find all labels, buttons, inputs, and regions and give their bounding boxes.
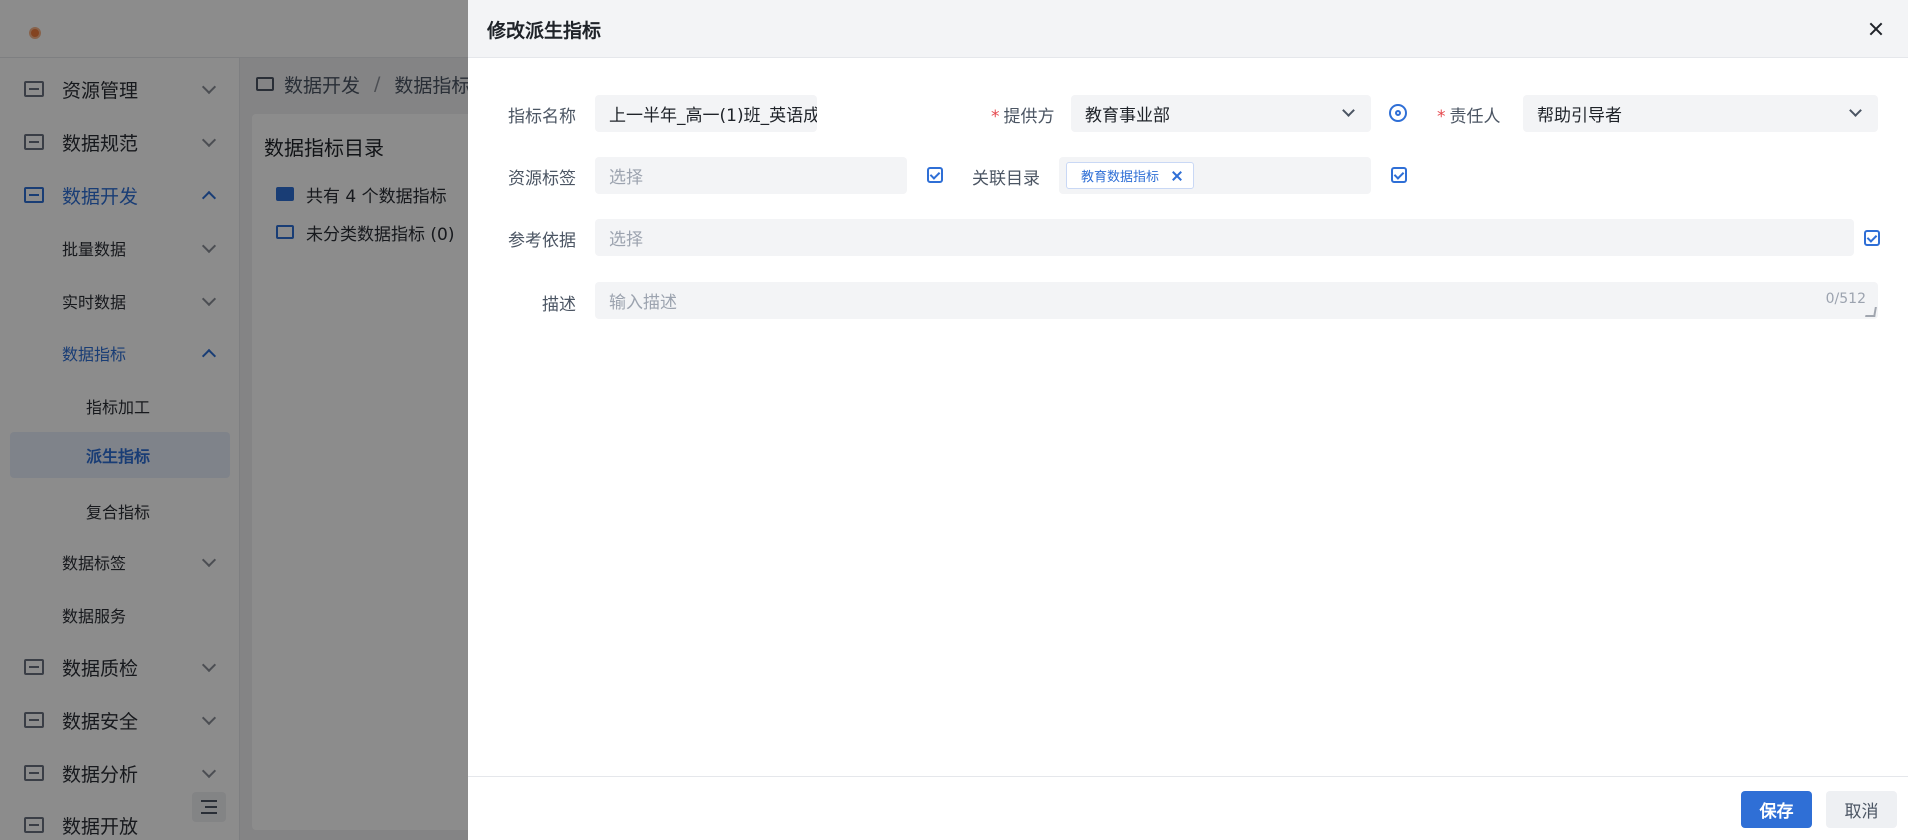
save-button[interactable]: 保存 — [1741, 791, 1812, 828]
cancel-button[interactable]: 取消 — [1826, 791, 1897, 828]
owner-label-text: 责任人 — [1449, 107, 1501, 127]
resize-handle-icon[interactable] — [1865, 307, 1877, 317]
drawer-footer: 保存 取消 — [468, 776, 1908, 840]
description-placeholder: 输入描述 — [609, 293, 677, 313]
provider-value: 教育事业部 — [1085, 106, 1170, 126]
settings-icon[interactable] — [1389, 104, 1407, 122]
owner-label: * 责任人 — [1437, 102, 1501, 127]
reference-placeholder: 选择 — [609, 230, 643, 250]
checkbox-icon[interactable] — [1864, 230, 1880, 246]
tag-remove-icon[interactable] — [1171, 170, 1183, 182]
provider-label: * 提供方 — [991, 102, 1055, 127]
metric-name-field[interactable]: 上一半年_高一(1)班_英语成绩平均值 — [595, 95, 817, 132]
close-icon[interactable] — [1866, 19, 1886, 39]
resource-tags-label: 资源标签 — [508, 169, 576, 189]
drawer-header: 修改派生指标 — [468, 0, 1908, 58]
chevron-down-icon — [1342, 104, 1355, 117]
drawer-title: 修改派生指标 — [487, 20, 602, 42]
description-label: 描述 — [542, 295, 576, 315]
resource-tags-placeholder: 选择 — [609, 168, 643, 188]
resource-tags-select[interactable]: 选择 — [595, 157, 907, 194]
char-counter: 0/512 — [1825, 291, 1866, 307]
reference-label: 参考依据 — [508, 231, 576, 251]
checkbox-icon[interactable] — [927, 167, 943, 183]
catalog-select[interactable]: 教育数据指标 — [1059, 157, 1371, 194]
provider-label-text: 提供方 — [1003, 107, 1055, 127]
reference-select[interactable]: 选择 — [595, 219, 1854, 256]
provider-select[interactable]: 教育事业部 — [1071, 95, 1371, 132]
required-marker: * — [1437, 107, 1446, 127]
owner-value: 帮助引导者 — [1537, 106, 1622, 126]
description-textarea[interactable]: 输入描述 0/512 — [595, 282, 1878, 319]
metric-name-label: 指标名称 — [508, 107, 576, 127]
chevron-down-icon — [1849, 104, 1862, 117]
required-marker: * — [991, 107, 1000, 127]
owner-select[interactable]: 帮助引导者 — [1523, 95, 1878, 132]
edit-derived-metric-drawer: 修改派生指标 指标名称 上一半年_高一(1)班_英语成绩平均值 *提供方 教育事… — [468, 0, 1908, 840]
checkbox-icon[interactable] — [1391, 167, 1407, 183]
metric-name-value: 上一半年_高一(1)班_英语成绩平均值 — [609, 106, 817, 126]
catalog-tag-label: 教育数据指标 — [1081, 170, 1160, 185]
catalog-tag: 教育数据指标 — [1066, 162, 1195, 189]
catalog-label: 关联目录 — [972, 169, 1040, 189]
